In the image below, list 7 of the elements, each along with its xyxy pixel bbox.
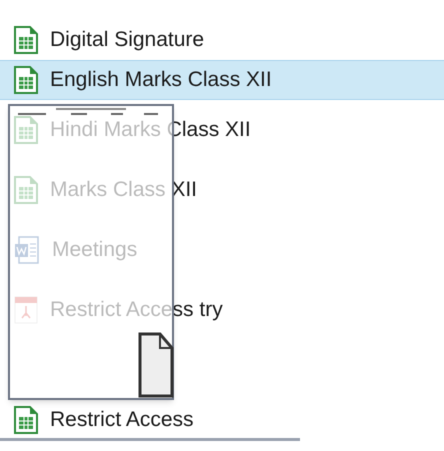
file-list-item[interactable]: English Marks Class XII [0, 60, 444, 100]
spreadsheet-file-icon [14, 26, 38, 54]
spreadsheet-file-icon [14, 406, 38, 434]
file-list-item[interactable]: Restrict Access [0, 390, 444, 450]
file-list-item[interactable]: Digital Signature [0, 20, 444, 60]
file-icon [138, 332, 174, 398]
spreadsheet-file-icon [14, 66, 38, 94]
